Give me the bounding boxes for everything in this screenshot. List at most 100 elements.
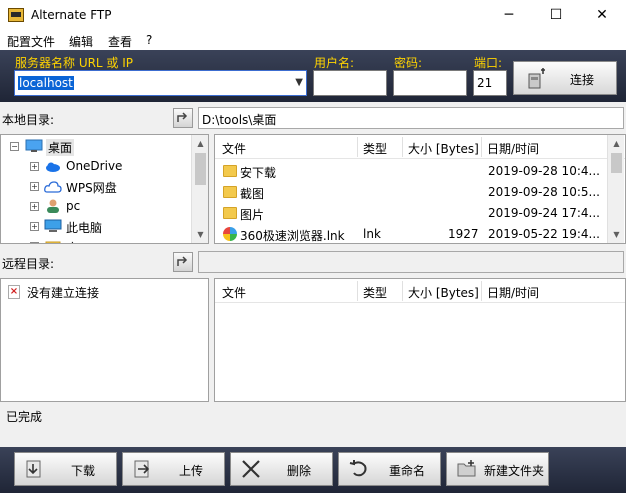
no-connection-message: 没有建立连接 — [27, 286, 100, 300]
close-button[interactable]: ✕ — [585, 4, 619, 26]
delete-label: 删除 — [287, 464, 312, 478]
local-list-header: 文件 类型 大小 [Bytes] 日期/时间 — [215, 135, 625, 159]
column-header-type[interactable]: 类型 — [363, 284, 387, 301]
maximize-button[interactable]: ☐ — [539, 4, 573, 26]
column-divider[interactable] — [402, 281, 403, 301]
local-list-scrollbar[interactable]: ▲ ▼ — [607, 135, 624, 243]
user-field[interactable] — [313, 70, 387, 96]
tree-label: OneDrive — [66, 159, 123, 173]
folder-icon — [223, 186, 237, 198]
column-divider[interactable] — [357, 281, 358, 301]
rename-label: 重命名 — [389, 464, 426, 478]
column-divider[interactable] — [357, 137, 358, 157]
local-folder-tree: − 桌面 + OneDrive + WPS网盘 + pc + 此电脑 ▲ ▼ — [0, 134, 209, 244]
tree-label: WPS网盘 — [66, 181, 117, 195]
expand-icon[interactable]: + — [30, 242, 39, 243]
app-icon — [8, 8, 24, 22]
local-up-button[interactable] — [173, 108, 193, 128]
column-header-size[interactable]: 大小 [Bytes] — [408, 284, 479, 301]
column-header-date[interactable]: 日期/时间 — [487, 284, 539, 301]
remote-path-field[interactable] — [198, 251, 624, 273]
file-date: 2019-09-24 17:4... — [488, 206, 600, 220]
remote-list-header: 文件 类型 大小 [Bytes] 日期/时间 — [215, 279, 625, 303]
tree-label: 桌面 — [46, 139, 75, 156]
connect-label: 连接 — [570, 73, 595, 87]
local-path-field[interactable]: D:\tools\桌面 — [198, 107, 624, 129]
folder-icon — [223, 165, 237, 177]
column-divider[interactable] — [402, 137, 403, 157]
host-value: localhost — [18, 76, 74, 90]
column-header-name[interactable]: 文件 — [222, 140, 246, 157]
file-name: 安下载 — [240, 166, 277, 180]
file-row[interactable]: 图片 2019-09-24 17:4... — [215, 203, 607, 224]
port-label: 端口: — [474, 56, 503, 70]
upload-label: 上传 — [179, 464, 204, 478]
new-folder-button[interactable]: 新建文件夹 — [446, 452, 549, 486]
menu-view[interactable]: 查看 — [108, 33, 132, 50]
file-row[interactable]: 截图 2019-09-28 10:5... — [215, 182, 607, 203]
delete-button[interactable]: 删除 — [230, 452, 333, 486]
file-row[interactable]: 安下载 2019-09-28 10:4... — [215, 161, 607, 182]
column-header-name[interactable]: 文件 — [222, 284, 246, 301]
upload-icon — [134, 460, 150, 478]
file-type: lnk — [363, 227, 381, 241]
tree-label: pc — [66, 199, 81, 213]
column-divider[interactable] — [481, 137, 482, 157]
expand-icon[interactable]: + — [30, 222, 39, 231]
menu-edit[interactable]: 编辑 — [69, 33, 93, 50]
scroll-down-arrow[interactable]: ▼ — [192, 226, 208, 243]
column-divider[interactable] — [481, 281, 482, 301]
desktop-icon — [25, 139, 43, 152]
tree-item-onedrive[interactable]: + OneDrive — [1, 157, 191, 177]
download-button[interactable]: 下载 — [14, 452, 117, 486]
new-folder-label: 新建文件夹 — [484, 464, 545, 478]
expand-icon[interactable]: + — [30, 182, 39, 191]
tree-item-desktop[interactable]: − 桌面 — [1, 137, 191, 157]
column-header-type[interactable]: 类型 — [363, 140, 387, 157]
connect-button[interactable]: 连接 — [513, 61, 617, 95]
download-label: 下载 — [71, 464, 96, 478]
tree-item-pc[interactable]: + pc — [1, 197, 191, 217]
menu-bar: 配置文件 编辑 查看 ? — [0, 30, 626, 50]
connection-panel: 服务器名称 URL 或 IP localhost ▼ 用户名: 密码: 端口: … — [0, 50, 626, 102]
collapse-icon[interactable]: − — [10, 142, 19, 151]
title-bar: Alternate FTP ─ ☐ ✕ — [0, 0, 626, 30]
remote-folder-tree: × 没有建立连接 — [0, 278, 209, 402]
upload-button[interactable]: 上传 — [122, 452, 225, 486]
column-header-date[interactable]: 日期/时间 — [487, 140, 539, 157]
local-tree-scrollbar[interactable]: ▲ ▼ — [191, 135, 208, 243]
file-date: 2019-05-22 19:4... — [488, 227, 600, 241]
status-text: 已完成 — [6, 410, 43, 424]
remote-up-button[interactable] — [173, 252, 193, 272]
file-name: 截图 — [240, 187, 265, 201]
tree-item-library[interactable]: + 库 — [1, 237, 191, 243]
download-icon — [26, 460, 41, 478]
menu-profile[interactable]: 配置文件 — [7, 33, 55, 50]
menu-help[interactable]: ? — [146, 33, 152, 47]
column-header-size[interactable]: 大小 [Bytes] — [408, 140, 479, 157]
tree-label: 库 — [66, 239, 78, 243]
local-dir-label: 本地目录: — [2, 113, 55, 127]
tree-item-this-pc[interactable]: + 此电脑 — [1, 217, 191, 237]
scroll-thumb[interactable] — [195, 153, 206, 185]
scroll-down-arrow[interactable]: ▼ — [608, 226, 625, 243]
chevron-down-icon[interactable]: ▼ — [295, 77, 303, 88]
password-label: 密码: — [394, 56, 423, 70]
expand-icon[interactable]: + — [30, 202, 39, 211]
rename-button[interactable]: 重命名 — [338, 452, 441, 486]
scroll-up-arrow[interactable]: ▲ — [192, 135, 208, 152]
file-row[interactable]: 360极速浏览器.lnk lnk 1927 2019-05-22 19:4... — [215, 224, 607, 243]
file-size: 1927 — [448, 227, 479, 241]
file-date: 2019-09-28 10:4... — [488, 164, 600, 178]
host-combobox[interactable]: localhost ▼ — [14, 70, 307, 96]
minimize-button[interactable]: ─ — [492, 4, 526, 26]
tree-item-wps[interactable]: + WPS网盘 — [1, 177, 191, 197]
password-field[interactable] — [393, 70, 467, 96]
expand-icon[interactable]: + — [30, 162, 39, 171]
file-name: 360极速浏览器.lnk — [240, 229, 345, 243]
delete-icon — [242, 460, 260, 478]
scroll-up-arrow[interactable]: ▲ — [608, 135, 625, 152]
port-field[interactable]: 21 — [473, 70, 507, 96]
scroll-thumb[interactable] — [611, 153, 622, 173]
folder-up-icon — [177, 112, 188, 122]
